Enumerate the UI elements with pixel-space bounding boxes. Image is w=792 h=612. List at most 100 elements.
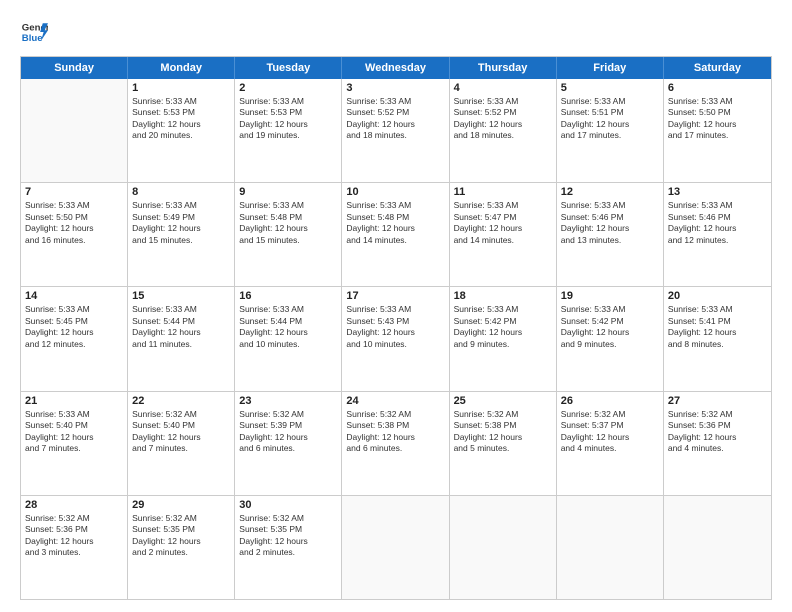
day-info: Sunrise: 5:32 AMSunset: 5:36 PMDaylight:… [668, 409, 767, 455]
day-number: 18 [454, 290, 552, 302]
day-number: 23 [239, 395, 337, 407]
day-number: 3 [346, 82, 444, 94]
day-number: 20 [668, 290, 767, 302]
day-info: Sunrise: 5:33 AMSunset: 5:46 PMDaylight:… [561, 200, 659, 246]
calendar-week-1: 1 Sunrise: 5:33 AMSunset: 5:53 PMDaylight… [21, 79, 771, 182]
calendar-cell: 13Sunrise: 5:33 AMSunset: 5:46 PMDayligh… [664, 183, 771, 286]
day-number: 9 [239, 186, 337, 198]
day-number: 25 [454, 395, 552, 407]
day-info: Sunrise: 5:33 AMSunset: 5:44 PMDaylight:… [132, 304, 230, 350]
calendar-cell: 14 Sunrise: 5:33 AMSunset: 5:45 PMDayligh… [21, 287, 128, 390]
day-info: Sunrise: 5:33 AMSunset: 5:53 PMDaylight:… [239, 96, 337, 142]
day-info: Sunrise: 5:33 AMSunset: 5:42 PMDaylight:… [561, 304, 659, 350]
header-day-saturday: Saturday [664, 57, 771, 79]
day-info: Sunrise: 5:33 AMSunset: 5:50 PMDaylight:… [25, 200, 123, 246]
svg-text:Blue: Blue [22, 33, 43, 44]
day-number: 10 [346, 186, 444, 198]
day-number: 1 [132, 82, 230, 94]
day-info: Sunrise: 5:33 AMSunset: 5:47 PMDaylight:… [454, 200, 552, 246]
day-number: 29 [132, 499, 230, 511]
day-info: Sunrise: 5:32 AMSunset: 5:38 PMDaylight:… [454, 409, 552, 455]
calendar-week-3: 14 Sunrise: 5:33 AMSunset: 5:45 PMDayligh… [21, 286, 771, 390]
day-number: 8 [132, 186, 230, 198]
logo-icon: General Blue [20, 18, 48, 46]
day-number: 27 [668, 395, 767, 407]
calendar-cell [450, 496, 557, 599]
calendar-cell: 3 Sunrise: 5:33 AMSunset: 5:52 PMDaylight… [342, 79, 449, 182]
day-number: 6 [668, 82, 767, 94]
logo: General Blue [20, 18, 48, 46]
day-info: Sunrise: 5:33 AMSunset: 5:41 PMDaylight:… [668, 304, 767, 350]
day-number: 26 [561, 395, 659, 407]
header-day-sunday: Sunday [21, 57, 128, 79]
calendar-cell: 17Sunrise: 5:33 AMSunset: 5:43 PMDayligh… [342, 287, 449, 390]
calendar-cell: 8 Sunrise: 5:33 AMSunset: 5:49 PMDaylight… [128, 183, 235, 286]
header-day-monday: Monday [128, 57, 235, 79]
day-number: 12 [561, 186, 659, 198]
calendar-cell: 2 Sunrise: 5:33 AMSunset: 5:53 PMDaylight… [235, 79, 342, 182]
header-day-thursday: Thursday [450, 57, 557, 79]
day-number: 11 [454, 186, 552, 198]
calendar-cell [664, 496, 771, 599]
header-day-friday: Friday [557, 57, 664, 79]
calendar-cell: 6 Sunrise: 5:33 AMSunset: 5:50 PMDaylight… [664, 79, 771, 182]
calendar-cell: 29 Sunrise: 5:32 AMSunset: 5:35 PMDayligh… [128, 496, 235, 599]
day-info: Sunrise: 5:33 AMSunset: 5:40 PMDaylight:… [25, 409, 123, 455]
header-day-wednesday: Wednesday [342, 57, 449, 79]
day-info: Sunrise: 5:32 AMSunset: 5:37 PMDaylight:… [561, 409, 659, 455]
day-number: 21 [25, 395, 123, 407]
day-number: 24 [346, 395, 444, 407]
calendar-cell: 26 Sunrise: 5:32 AMSunset: 5:37 PMDayligh… [557, 392, 664, 495]
calendar: SundayMondayTuesdayWednesdayThursdayFrid… [20, 56, 772, 600]
calendar-cell: 15 Sunrise: 5:33 AMSunset: 5:44 PMDayligh… [128, 287, 235, 390]
day-info: Sunrise: 5:33 AMSunset: 5:52 PMDaylight:… [346, 96, 444, 142]
day-info: Sunrise: 5:33 AMSunset: 5:48 PMDaylight:… [346, 200, 444, 246]
day-number: 2 [239, 82, 337, 94]
header-day-tuesday: Tuesday [235, 57, 342, 79]
day-number: 14 [25, 290, 123, 302]
calendar-cell: 23 Sunrise: 5:32 AMSunset: 5:39 PMDayligh… [235, 392, 342, 495]
day-number: 19 [561, 290, 659, 302]
calendar-body: 1 Sunrise: 5:33 AMSunset: 5:53 PMDaylight… [21, 79, 771, 599]
calendar-cell: 18 Sunrise: 5:33 AMSunset: 5:42 PMDayligh… [450, 287, 557, 390]
day-info: Sunrise: 5:32 AMSunset: 5:35 PMDaylight:… [132, 513, 230, 559]
calendar-cell [557, 496, 664, 599]
calendar-header: SundayMondayTuesdayWednesdayThursdayFrid… [21, 57, 771, 79]
calendar-cell: 24 Sunrise: 5:32 AMSunset: 5:38 PMDayligh… [342, 392, 449, 495]
day-info: Sunrise: 5:33 AMSunset: 5:51 PMDaylight:… [561, 96, 659, 142]
calendar-cell: 19 Sunrise: 5:33 AMSunset: 5:42 PMDayligh… [557, 287, 664, 390]
day-info: Sunrise: 5:33 AMSunset: 5:42 PMDaylight:… [454, 304, 552, 350]
day-number: 4 [454, 82, 552, 94]
calendar-cell: 21 Sunrise: 5:33 AMSunset: 5:40 PMDayligh… [21, 392, 128, 495]
day-info: Sunrise: 5:33 AMSunset: 5:52 PMDaylight:… [454, 96, 552, 142]
calendar-cell: 1 Sunrise: 5:33 AMSunset: 5:53 PMDaylight… [128, 79, 235, 182]
day-info: Sunrise: 5:33 AMSunset: 5:44 PMDaylight:… [239, 304, 337, 350]
day-number: 22 [132, 395, 230, 407]
day-info: Sunrise: 5:33 AMSunset: 5:43 PMDaylight:… [346, 304, 444, 350]
day-info: Sunrise: 5:33 AMSunset: 5:45 PMDaylight:… [25, 304, 123, 350]
calendar-week-5: 28Sunrise: 5:32 AMSunset: 5:36 PMDayligh… [21, 495, 771, 599]
day-info: Sunrise: 5:33 AMSunset: 5:46 PMDaylight:… [668, 200, 767, 246]
calendar-cell: 16 Sunrise: 5:33 AMSunset: 5:44 PMDayligh… [235, 287, 342, 390]
calendar-cell: 30 Sunrise: 5:32 AMSunset: 5:35 PMDayligh… [235, 496, 342, 599]
calendar-cell [21, 79, 128, 182]
day-info: Sunrise: 5:32 AMSunset: 5:40 PMDaylight:… [132, 409, 230, 455]
day-info: Sunrise: 5:32 AMSunset: 5:39 PMDaylight:… [239, 409, 337, 455]
calendar-cell: 22 Sunrise: 5:32 AMSunset: 5:40 PMDayligh… [128, 392, 235, 495]
day-info: Sunrise: 5:33 AMSunset: 5:53 PMDaylight:… [132, 96, 230, 142]
day-info: Sunrise: 5:32 AMSunset: 5:35 PMDaylight:… [239, 513, 337, 559]
day-info: Sunrise: 5:33 AMSunset: 5:50 PMDaylight:… [668, 96, 767, 142]
calendar-week-4: 21 Sunrise: 5:33 AMSunset: 5:40 PMDayligh… [21, 391, 771, 495]
page-header: General Blue [20, 18, 772, 46]
day-number: 15 [132, 290, 230, 302]
day-info: Sunrise: 5:32 AMSunset: 5:38 PMDaylight:… [346, 409, 444, 455]
day-number: 16 [239, 290, 337, 302]
day-info: Sunrise: 5:33 AMSunset: 5:49 PMDaylight:… [132, 200, 230, 246]
day-info: Sunrise: 5:33 AMSunset: 5:48 PMDaylight:… [239, 200, 337, 246]
day-number: 7 [25, 186, 123, 198]
calendar-cell: 20 Sunrise: 5:33 AMSunset: 5:41 PMDayligh… [664, 287, 771, 390]
calendar-cell: 5Sunrise: 5:33 AMSunset: 5:51 PMDaylight… [557, 79, 664, 182]
calendar-week-2: 7 Sunrise: 5:33 AMSunset: 5:50 PMDaylight… [21, 182, 771, 286]
day-number: 30 [239, 499, 337, 511]
calendar-cell: 10 Sunrise: 5:33 AMSunset: 5:48 PMDayligh… [342, 183, 449, 286]
